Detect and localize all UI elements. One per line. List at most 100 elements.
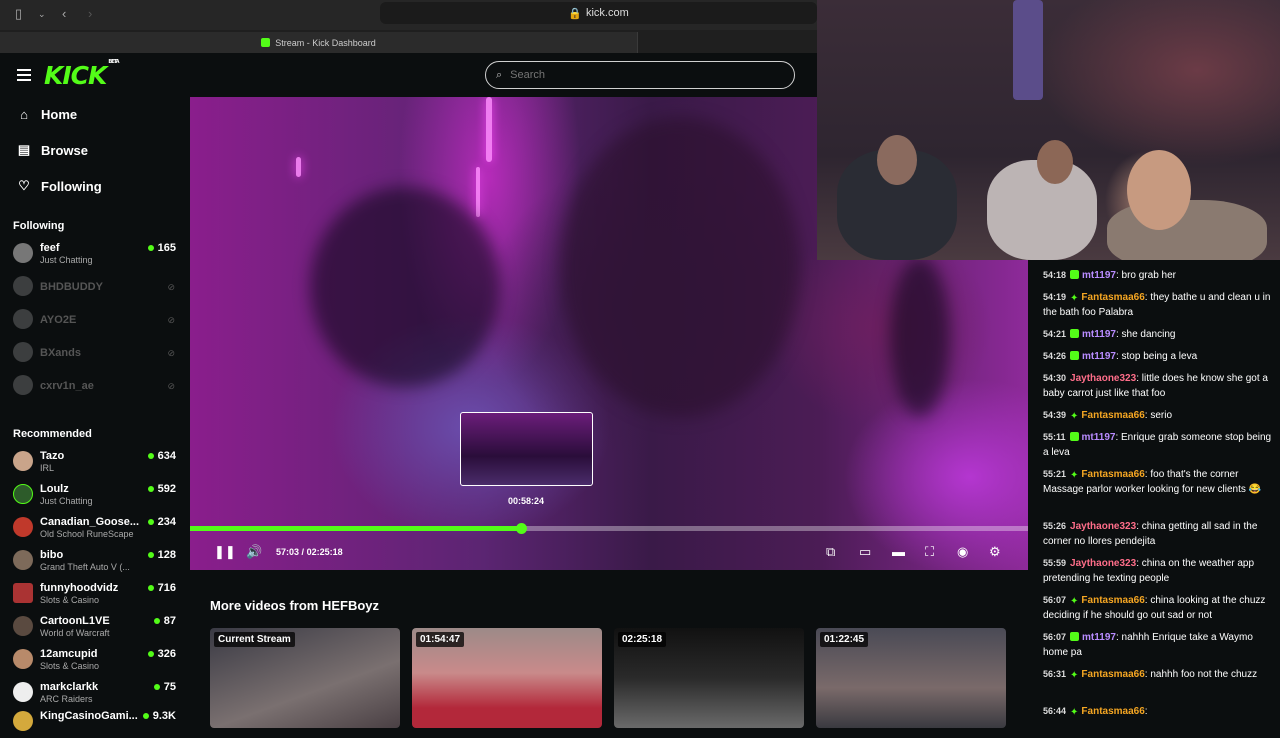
chat-username[interactable]: mt1197 <box>1082 351 1116 362</box>
beta-badge: BETA <box>108 58 119 65</box>
recommended-channel[interactable]: CartoonL1VE World of Warcraft 87 <box>13 613 183 643</box>
clip-icon[interactable]: ▭ <box>859 544 871 560</box>
chat-message: 54:19 ✦ Fantasmaa66: they bathe u and clea… <box>1043 290 1273 320</box>
viewer-count-value: 234 <box>157 516 176 528</box>
video-card[interactable]: 02:25:18 <box>614 628 804 728</box>
address-bar[interactable]: 🔒 kick.com <box>380 2 817 24</box>
search-icon: ⌕ <box>496 68 503 81</box>
chat-username[interactable]: Fantasmaa66 <box>1081 410 1144 421</box>
chat-username[interactable]: Fantasmaa66 <box>1081 595 1144 606</box>
settings-gear-icon[interactable]: ⚙ <box>989 544 1001 560</box>
chat-message: 54:26 mt1197: stop being a leva <box>1043 349 1273 364</box>
chat-username[interactable]: mt1197 <box>1082 329 1116 340</box>
chevron-down-icon[interactable]: ⌄ <box>38 9 46 20</box>
chat-timestamp: 54:30 <box>1043 373 1067 383</box>
viewer-count-value: 592 <box>157 483 176 495</box>
channel-category: Old School RuneScape <box>40 529 134 539</box>
search-input[interactable] <box>510 69 771 81</box>
nav-browse[interactable]: ▤ Browse <box>17 142 88 158</box>
neon-light <box>296 157 301 177</box>
chat-username[interactable]: Fantasmaa66 <box>1081 469 1144 480</box>
recommended-channel[interactable]: 12amcupid Slots & Casino 326 <box>13 646 183 676</box>
viewer-count: 634 <box>147 450 176 462</box>
following-channel[interactable]: feef Just Chatting 165 <box>13 240 183 270</box>
pip-icon[interactable]: ⧉ <box>826 544 835 560</box>
chat-username[interactable]: Jaythaone323 <box>1070 373 1136 384</box>
viewer-count-value: 75 <box>163 681 176 693</box>
chat-username[interactable]: mt1197 <box>1082 632 1116 643</box>
channel-name: Canadian_Goose... <box>40 516 140 528</box>
recommended-channel[interactable]: Loulz Just Chatting 592 <box>13 481 183 511</box>
viewer-count: 234 <box>147 516 176 528</box>
back-icon[interactable]: ‹ <box>62 6 66 21</box>
fullscreen-icon[interactable]: ⛶ <box>925 544 934 560</box>
chat-timestamp: 55:59 <box>1043 558 1067 568</box>
playback-speed-icon[interactable]: ◉ <box>957 544 968 560</box>
chat-username[interactable]: Jaythaone323 <box>1070 558 1136 569</box>
chat-timestamp: 55:21 <box>1043 469 1067 479</box>
forward-icon[interactable]: › <box>88 6 92 21</box>
following-channel[interactable]: BXands ⊘ <box>13 339 183 369</box>
more-videos-title: More videos from HEFBoyz <box>210 598 380 613</box>
recommended-channel[interactable]: KingCasinoGami... 9.3K <box>13 708 183 738</box>
avatar <box>13 649 33 669</box>
chat-username[interactable]: mt1197 <box>1082 270 1116 281</box>
sidebar-toggle-icon[interactable]: ▯ <box>15 6 22 22</box>
video-card[interactable]: 01:22:45 <box>816 628 1006 728</box>
live-dot-icon <box>147 651 154 657</box>
chat-message: 55:11 mt1197: Enrique grab someone stop b… <box>1043 430 1273 460</box>
avatar <box>13 583 33 603</box>
star-badge-icon: ✦ <box>1070 411 1079 422</box>
recommended-channel[interactable]: markclarkk ARC Raiders 75 <box>13 679 183 709</box>
search-bar[interactable]: ⌕ <box>485 61 795 89</box>
chat-username[interactable]: Fantasmaa66 <box>1081 292 1144 303</box>
avatar <box>13 550 33 570</box>
star-badge-icon: ✦ <box>1070 670 1079 681</box>
channel-name: 12amcupid <box>40 648 98 660</box>
video-card[interactable]: 01:54:47 <box>412 628 602 728</box>
channel-name: Loulz <box>40 483 69 495</box>
browser-tab[interactable]: Stream - Kick Dashboard <box>0 32 638 53</box>
logo-text: KICK <box>44 61 107 90</box>
chat-timestamp: 56:07 <box>1043 595 1067 605</box>
chat-username[interactable]: Jaythaone323 <box>1070 521 1136 532</box>
star-badge-icon: ✦ <box>1070 707 1079 718</box>
recommended-channel[interactable]: Tazo IRL 634 <box>13 448 183 478</box>
recommended-channel[interactable]: bibo Grand Theft Auto V (... 128 <box>13 547 183 577</box>
channel-name: BXands <box>40 347 81 359</box>
live-dot-icon <box>147 552 154 558</box>
live-dot-icon <box>142 713 149 719</box>
pause-icon[interactable]: ❚❚ <box>214 544 236 560</box>
following-channel[interactable]: AYO2E ⊘ <box>13 306 183 336</box>
chat-username[interactable]: mt1197 <box>1082 432 1116 443</box>
subscriber-badge-icon <box>1070 329 1080 338</box>
recommended-channel[interactable]: funnyhoodvidz Slots & Casino 716 <box>13 580 183 610</box>
viewer-count: 87 <box>153 615 176 627</box>
chat-text: she dancing <box>1121 329 1176 340</box>
chat-username[interactable]: Fantasmaa66 <box>1081 669 1144 680</box>
chat-username[interactable]: Fantasmaa66 <box>1081 706 1144 717</box>
chat-message: 55:21 ✦ Fantasmaa66: foo that's the corner… <box>1043 467 1273 497</box>
nav-home[interactable]: ⌂ Home <box>17 107 77 122</box>
chat-panel: 54:18 mt1197: bro grab her 54:19 ✦ Fantasmaa… <box>1028 260 1280 720</box>
theater-mode-icon[interactable]: ▬ <box>892 544 905 559</box>
following-channel[interactable]: cxrv1n_ae ⊘ <box>13 372 183 402</box>
kick-logo[interactable]: KICK BETA <box>44 58 120 90</box>
person-face <box>877 135 917 185</box>
chat-message: 55:26 Jaythaone323: china getting all sad… <box>1043 519 1273 549</box>
recommended-channel[interactable]: Canadian_Goose... Old School RuneScape 2… <box>13 514 183 544</box>
star-badge-icon: ✦ <box>1070 470 1079 481</box>
hamburger-menu-icon[interactable] <box>17 69 31 81</box>
volume-icon[interactable]: 🔊 <box>246 544 262 560</box>
chat-text: bro grab her <box>1121 270 1176 281</box>
star-badge-icon: ✦ <box>1070 596 1079 607</box>
chat-timestamp: 54:21 <box>1043 329 1067 339</box>
video-card[interactable]: Current Stream <box>210 628 400 728</box>
progress-handle[interactable] <box>516 523 527 534</box>
progress-bar[interactable] <box>190 523 1028 534</box>
nav-following[interactable]: ♡ Following <box>17 178 101 194</box>
following-channel[interactable]: BHDBUDDY ⊘ <box>13 273 183 303</box>
chat-message: 56:07 ✦ Fantasmaa66: china looking at the … <box>1043 593 1273 623</box>
avatar <box>13 451 33 471</box>
chat-text: nahhh foo not the chuzz <box>1150 669 1258 680</box>
